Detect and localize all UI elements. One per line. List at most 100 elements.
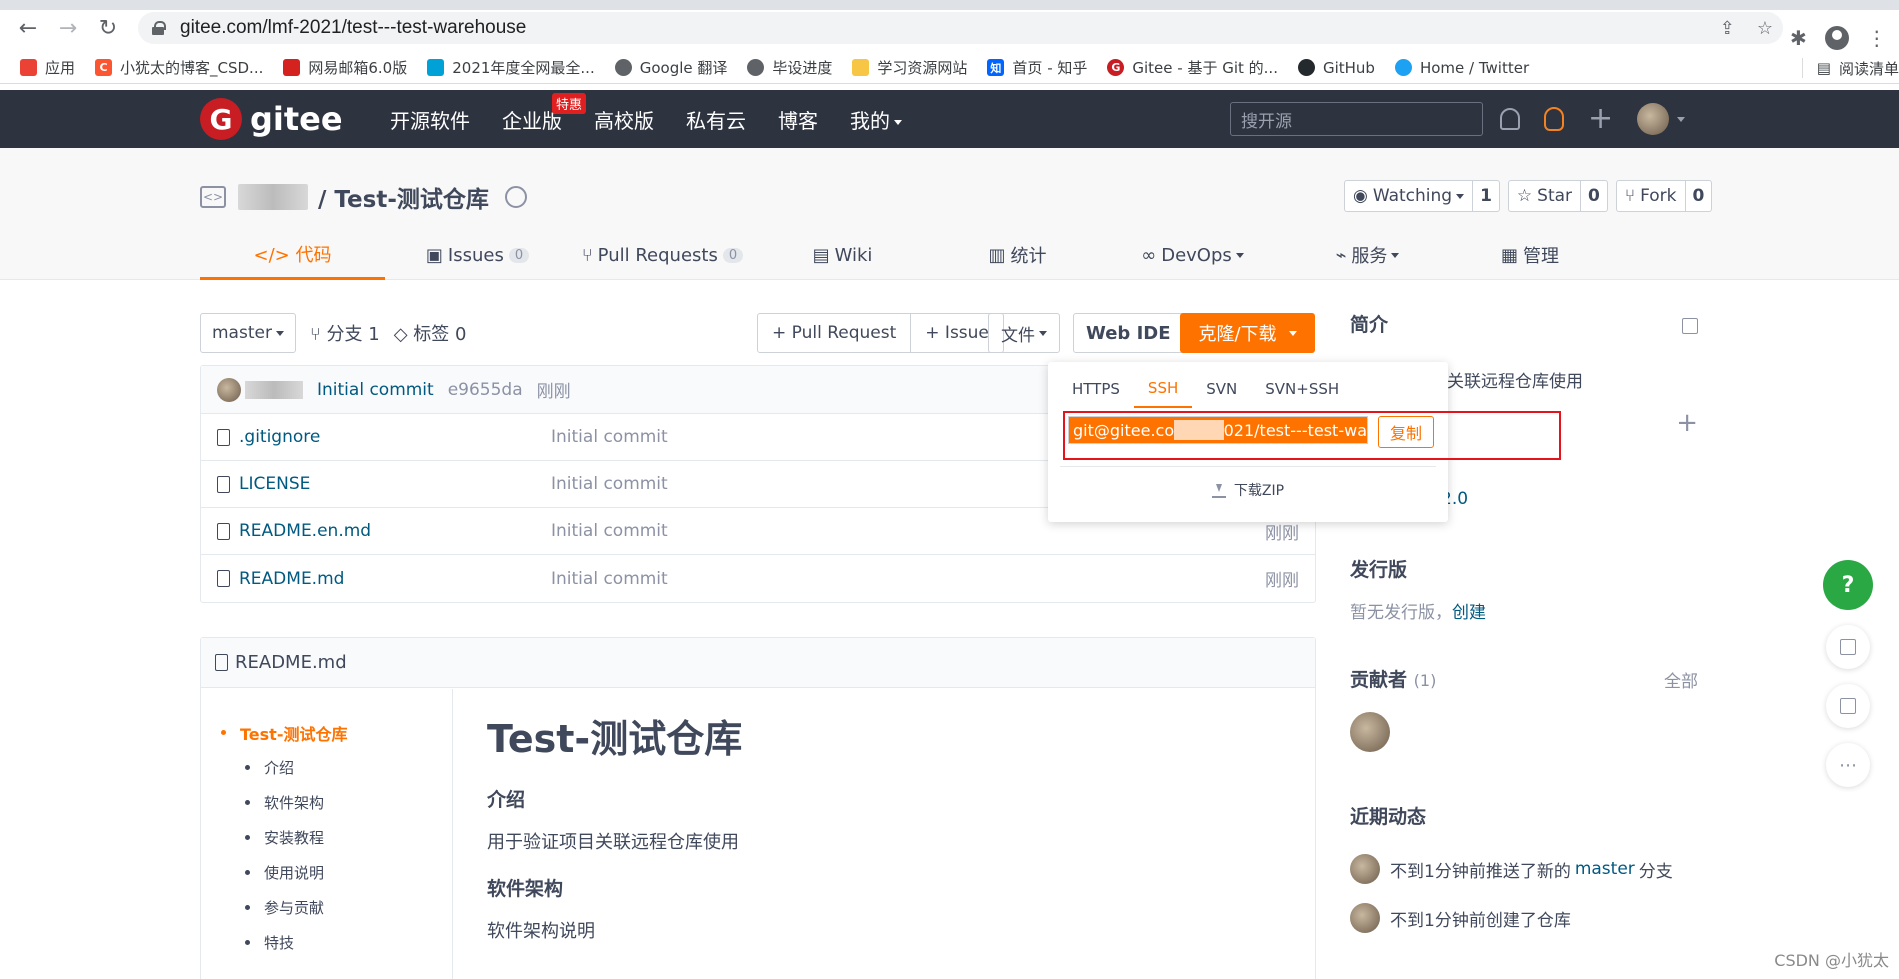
pulse-icon: ⌁ xyxy=(1335,244,1347,266)
bookmark-163-mail[interactable]: 网易邮箱6.0版 xyxy=(283,57,407,78)
toc-item[interactable]: 软件架构 xyxy=(201,785,452,820)
clone-download-button[interactable]: 克隆/下载 xyxy=(1180,313,1315,353)
reload-icon[interactable]: ↻ xyxy=(88,10,128,46)
share-button[interactable] xyxy=(1826,684,1870,728)
nav-mine[interactable]: 我的 xyxy=(850,105,902,134)
share-icon[interactable]: ⇪ xyxy=(1720,18,1735,39)
file-name[interactable]: README.en.md xyxy=(239,521,551,541)
tab-wiki[interactable]: ▤ Wiki xyxy=(755,230,930,280)
file-menu-button[interactable]: 文件 xyxy=(988,313,1060,353)
chat-button[interactable]: ⋯ xyxy=(1826,743,1870,787)
fork-button[interactable]: ⑂ Fork 0 xyxy=(1615,180,1713,212)
tab-https[interactable]: HTTPS xyxy=(1072,370,1134,408)
tab-manage[interactable]: ▦ 管理 xyxy=(1455,230,1605,280)
bookmark-github[interactable]: GitHub xyxy=(1297,59,1375,77)
plus-icon[interactable]: + xyxy=(1588,104,1613,134)
reading-list[interactable]: ▤ 阅读清单 xyxy=(1801,52,1899,84)
readme-section-title: 介绍 xyxy=(487,789,526,811)
tab-stats[interactable]: ▥ 统计 xyxy=(930,230,1105,280)
chart-icon: ▥ xyxy=(988,244,1006,266)
nav-blog[interactable]: 博客 xyxy=(778,105,818,134)
user-menu[interactable] xyxy=(1637,103,1686,135)
file-name[interactable]: README.md xyxy=(239,569,551,589)
avatar[interactable] xyxy=(1350,903,1380,933)
repo-name[interactable]: / Test-测试仓库 xyxy=(318,180,489,214)
tags-link[interactable]: ◇ 标签 0 xyxy=(394,320,467,346)
tab-ssh[interactable]: SSH xyxy=(1133,370,1193,408)
bookmark-csdn[interactable]: C 小犹太的博客_CSD... xyxy=(95,57,263,78)
edit-icon[interactable] xyxy=(1682,318,1698,334)
tab-code[interactable]: </> 代码 xyxy=(200,230,385,280)
branch-select[interactable]: master xyxy=(200,313,296,353)
toc-item[interactable]: 使用说明 xyxy=(201,855,452,890)
commit-sha[interactable]: e9655da xyxy=(448,380,523,400)
branch-link[interactable]: master xyxy=(1575,859,1635,879)
readme-section-title: 软件架构 xyxy=(487,878,564,900)
commit-message[interactable]: Initial commit xyxy=(317,380,434,400)
nav-education[interactable]: 高校版 xyxy=(594,105,654,134)
toc-item[interactable]: 特技 xyxy=(201,925,452,960)
tab-pull-requests[interactable]: ⑂ Pull Requests 0 xyxy=(570,230,755,280)
fork-count[interactable]: 0 xyxy=(1684,181,1712,211)
bookmark-twitter[interactable]: Home / Twitter xyxy=(1394,59,1529,77)
profile-icon[interactable] xyxy=(1824,26,1849,50)
readme-file-name[interactable]: README.md xyxy=(235,652,347,673)
forward-icon[interactable]: → xyxy=(48,10,88,46)
web-ide-button[interactable]: Web IDE xyxy=(1073,313,1184,353)
star-count[interactable]: 0 xyxy=(1580,181,1607,211)
bookmark-gitee[interactable]: G Gitee - 基于 Git 的... xyxy=(1107,57,1278,78)
tab-devops[interactable]: ∞ DevOps xyxy=(1105,230,1280,280)
back-icon[interactable]: ← xyxy=(8,10,48,46)
address-bar[interactable]: gitee.com/lmf-2021/test---test-warehouse… xyxy=(138,12,1783,44)
tab-issues[interactable]: ▣ Issues 0 xyxy=(385,230,570,280)
create-release-link[interactable]: 创建 xyxy=(1452,603,1486,623)
toc-item[interactable]: 参与贡献 xyxy=(201,890,452,925)
file-commit-message[interactable]: Initial commit xyxy=(551,474,668,494)
avatar[interactable] xyxy=(1350,854,1380,884)
file-commit-message[interactable]: Initial commit xyxy=(551,569,668,589)
star-button[interactable]: ☆ Star 0 xyxy=(1507,180,1608,212)
bookmark-learning-folder[interactable]: 学习资源网站 xyxy=(852,57,967,78)
nav-private-cloud[interactable]: 私有云 xyxy=(686,105,746,134)
contributors-all-link[interactable]: 全部 xyxy=(1664,667,1698,692)
badge-icon[interactable] xyxy=(504,186,527,208)
avatar[interactable] xyxy=(217,377,241,402)
bookmark-apps[interactable]: 应用 xyxy=(20,57,75,78)
toc-item[interactable]: Test-测试仓库 xyxy=(201,715,452,750)
lightbulb-icon[interactable] xyxy=(1544,107,1564,131)
plus-icon[interactable]: + xyxy=(1676,408,1698,438)
gitee-header: G gitee 开源软件 企业版 特惠 高校版 私有云 博客 我的 搜开源 + xyxy=(0,90,1899,148)
bookmark-google-translate[interactable]: Google 翻译 xyxy=(614,57,727,78)
tab-services[interactable]: ⌁ 服务 xyxy=(1280,230,1455,280)
gitee-icon: G xyxy=(1107,59,1125,76)
bell-icon[interactable] xyxy=(1500,108,1520,130)
file-name[interactable]: LICENSE xyxy=(239,474,551,494)
file-commit-message[interactable]: Initial commit xyxy=(551,521,668,541)
help-button[interactable]: ? xyxy=(1823,560,1873,610)
nav-open-source[interactable]: 开源软件 xyxy=(390,105,470,134)
bookmark-progress[interactable]: 毕设进度 xyxy=(747,57,832,78)
branches-link[interactable]: ⑂ 分支 1 xyxy=(310,320,380,346)
toc-item[interactable]: 安装教程 xyxy=(201,820,452,855)
nav-enterprise[interactable]: 企业版 特惠 xyxy=(502,92,587,134)
tab-svn[interactable]: SVN xyxy=(1192,370,1251,408)
tab-svn-ssh[interactable]: SVN+SSH xyxy=(1251,370,1353,408)
avatar[interactable] xyxy=(1350,712,1390,752)
file-commit-message[interactable]: Initial commit xyxy=(551,427,668,447)
repo-owner-blurred[interactable] xyxy=(238,184,308,210)
menu-icon[interactable]: ⋮ xyxy=(1867,26,1887,50)
toc-item[interactable]: 介绍 xyxy=(201,750,452,785)
bookmarks-bar: 应用 C 小犹太的博客_CSD... 网易邮箱6.0版 2021年度全网最全..… xyxy=(0,52,1899,84)
search-input[interactable]: 搜开源 xyxy=(1230,102,1483,136)
watch-count[interactable]: 1 xyxy=(1472,181,1499,211)
new-pull-request-button[interactable]: + Pull Request xyxy=(758,314,910,352)
bookmark-bilibili[interactable]: 2021年度全网最全... xyxy=(427,57,595,78)
file-name[interactable]: .gitignore xyxy=(239,427,551,447)
watch-button[interactable]: ◉ Watching 1 xyxy=(1344,180,1500,212)
download-zip-link[interactable]: 下载ZIP xyxy=(1048,480,1448,500)
feedback-button[interactable] xyxy=(1826,625,1870,669)
gitee-logo[interactable]: G gitee xyxy=(200,98,343,140)
bookmark-zhihu[interactable]: 知 首页 - 知乎 xyxy=(987,57,1087,78)
extensions-icon[interactable]: ✱ xyxy=(1790,26,1807,50)
bookmark-star-icon[interactable]: ☆ xyxy=(1757,18,1773,39)
